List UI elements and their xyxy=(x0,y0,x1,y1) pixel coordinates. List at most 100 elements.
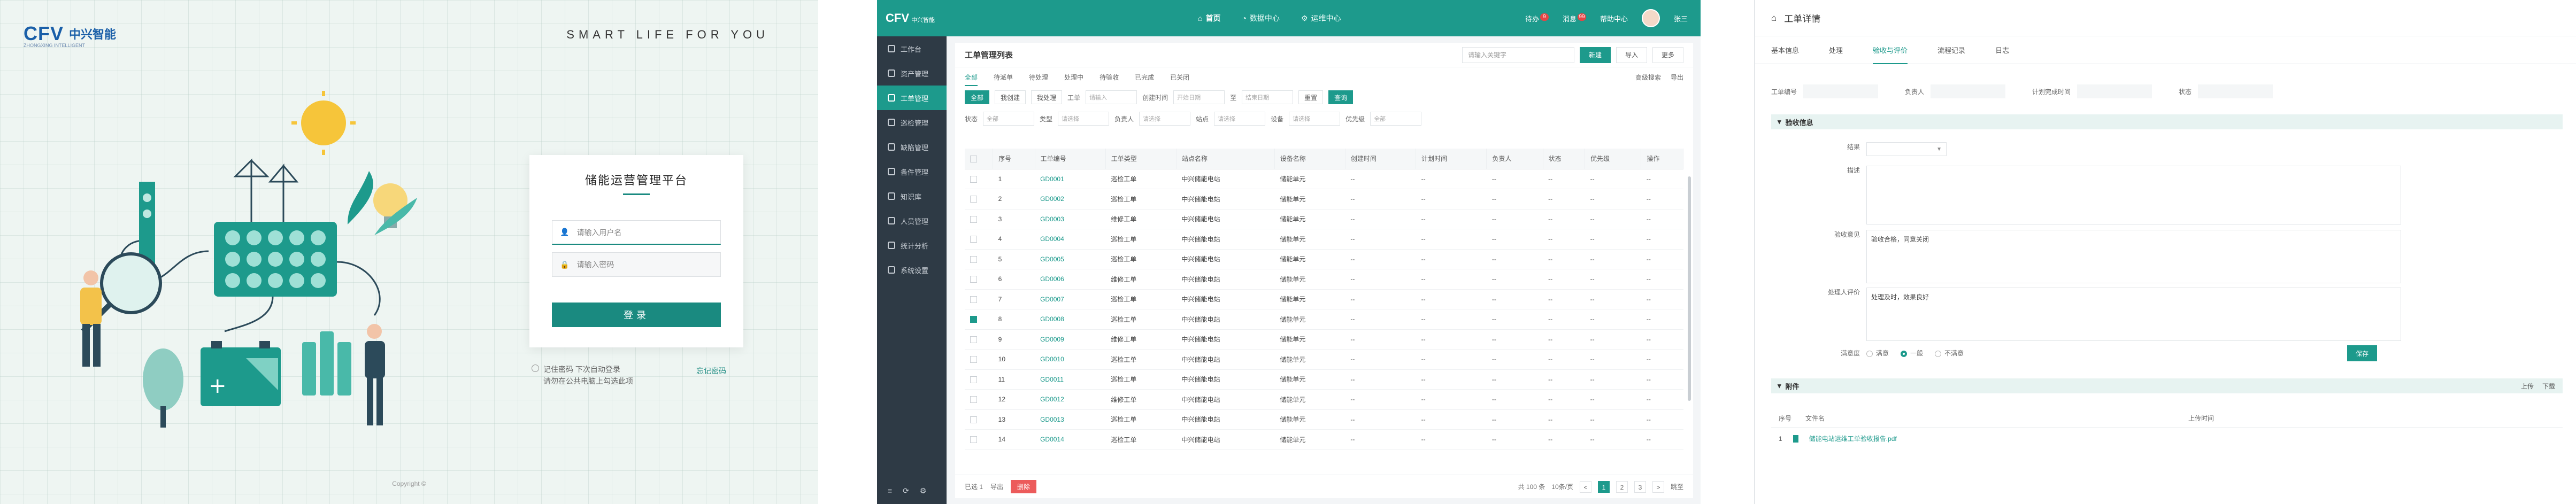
reset-button[interactable]: 重置 xyxy=(1298,90,1324,104)
row-checkbox[interactable] xyxy=(970,396,977,404)
opinion-textarea[interactable]: 验收合格，同意关闭 xyxy=(1866,230,2401,283)
checkbox-cell[interactable] xyxy=(965,369,993,390)
row-checkbox[interactable] xyxy=(970,376,977,383)
checkbox-cell[interactable] xyxy=(965,429,993,450)
forgot-password-link[interactable]: 忘记密码 xyxy=(696,366,726,376)
rating-option[interactable]: 满意 xyxy=(1866,348,1889,358)
checkbox-cell[interactable] xyxy=(965,229,993,250)
attachment-link[interactable]: 储能电站运维工单验收报告.pdf xyxy=(1809,434,1897,443)
help-link[interactable]: 帮助中心 xyxy=(1600,13,1628,24)
rating-option[interactable]: 不满意 xyxy=(1935,348,1964,358)
export-link[interactable]: 导出 xyxy=(1671,73,1683,82)
row-checkbox[interactable] xyxy=(970,296,977,303)
upload-link[interactable]: 上传 xyxy=(2521,382,2534,391)
search-input[interactable]: 请输入关键字 xyxy=(1462,46,1574,63)
tab-1[interactable]: 待派单 xyxy=(994,73,1013,82)
page-3[interactable]: 3 xyxy=(1634,480,1646,493)
password-field[interactable]: 🔒 请输入密码 xyxy=(552,252,721,277)
remember-checkbox[interactable] xyxy=(532,365,539,372)
start-date-input[interactable]: 开始日期 xyxy=(1173,90,1225,104)
download-link[interactable]: 下载 xyxy=(2542,382,2555,391)
owner-select[interactable]: 请选择 xyxy=(1139,112,1191,126)
tab-5[interactable]: 已完成 xyxy=(1135,73,1154,82)
top-nav-data[interactable]: ◔ 数据中心 xyxy=(1242,13,1279,24)
order-link[interactable]: GD0001 xyxy=(1035,169,1106,189)
tab-2[interactable]: 待处理 xyxy=(1029,73,1048,82)
table-row[interactable]: 10 GD0010 巡检工单 中兴储能电站 储能单元 -- -- -- -- -- -- xyxy=(965,349,1683,370)
message-link[interactable]: 消息 99 xyxy=(1563,13,1586,24)
sidebar-item-2[interactable]: 工单管理 xyxy=(877,86,947,110)
query-button[interactable]: 查询 xyxy=(1328,90,1354,104)
sidebar-item-9[interactable]: 系统设置 xyxy=(877,258,947,282)
sidebar-item-0[interactable]: 工作台 xyxy=(877,36,947,61)
order-link[interactable]: GD0012 xyxy=(1035,389,1106,410)
next-page[interactable]: > xyxy=(1652,480,1664,493)
type-select[interactable]: 请选择 xyxy=(1058,112,1110,126)
table-row[interactable]: 6 GD0006 维修工单 中兴储能电站 储能单元 -- -- -- -- -- -- xyxy=(965,269,1683,290)
page-1[interactable]: 1 xyxy=(1597,480,1610,493)
checkbox-cell[interactable] xyxy=(965,349,993,370)
prev-page[interactable]: < xyxy=(1579,480,1591,493)
row-checkbox[interactable] xyxy=(970,356,977,363)
row-checkbox[interactable] xyxy=(970,316,977,323)
table-row[interactable]: 14 GD0014 巡检工单 中兴储能电站 储能单元 -- -- -- -- -- -- xyxy=(965,429,1683,450)
table-row[interactable]: 3 GD0003 维修工单 中兴储能电站 储能单元 -- -- -- -- -- -- xyxy=(965,209,1683,229)
chip-created[interactable]: 我创建 xyxy=(995,90,1026,104)
order-link[interactable]: GD0014 xyxy=(1035,429,1106,450)
order-link[interactable]: GD0006 xyxy=(1035,269,1106,290)
chip-all[interactable]: 全部 xyxy=(965,90,990,104)
table-row[interactable]: 13 GD0013 巡检工单 中兴储能电站 储能单元 -- -- -- -- -- -- xyxy=(965,409,1683,430)
delete-button[interactable]: 删除 xyxy=(1011,480,1037,493)
refresh-icon[interactable]: ⟳ xyxy=(903,486,909,495)
sidebar-item-5[interactable]: 备件管理 xyxy=(877,159,947,184)
row-checkbox[interactable] xyxy=(970,236,977,243)
row-checkbox[interactable] xyxy=(970,336,977,343)
more-button[interactable]: 更多 xyxy=(1652,46,1683,63)
row-checkbox[interactable] xyxy=(970,255,977,263)
checkbox-cell[interactable] xyxy=(965,209,993,229)
save-button[interactable]: 保存 xyxy=(2347,345,2378,361)
row-checkbox[interactable] xyxy=(970,175,977,183)
vertical-scrollbar[interactable] xyxy=(1688,176,1691,401)
remember-password[interactable]: 记住密码 下次自动登录 请勿在公共电脑上勾选此项 xyxy=(532,363,633,387)
table-row[interactable]: 4 GD0004 巡检工单 中兴储能电站 储能单元 -- -- -- -- -- -- xyxy=(965,229,1683,250)
tab-log[interactable]: 日志 xyxy=(1995,45,2009,55)
section-toggle-icon[interactable]: ▾ xyxy=(1778,118,1781,126)
tab-flow[interactable]: 流程记录 xyxy=(1937,45,1965,55)
sidebar-item-1[interactable]: 资产管理 xyxy=(877,61,947,86)
order-link[interactable]: GD0009 xyxy=(1035,329,1106,350)
sidebar-item-8[interactable]: 统计分析 xyxy=(877,233,947,258)
evaluation-textarea[interactable]: 处理及时，效果良好 xyxy=(1866,288,2401,341)
new-button[interactable]: 新建 xyxy=(1579,46,1611,63)
radio[interactable] xyxy=(1866,350,1873,357)
collapse-icon[interactable]: ≡ xyxy=(888,486,892,495)
row-checkbox[interactable] xyxy=(970,215,977,223)
result-select[interactable]: ▼ xyxy=(1866,142,1947,156)
table-row[interactable]: 12 GD0012 维修工单 中兴储能电站 储能单元 -- -- -- -- -- -- xyxy=(965,389,1683,410)
end-date-input[interactable]: 结束日期 xyxy=(1242,90,1294,104)
order-link[interactable]: GD0007 xyxy=(1035,289,1106,309)
settings-icon[interactable]: ⚙ xyxy=(920,486,927,495)
tab-acceptance[interactable]: 验收与评价 xyxy=(1873,36,1908,64)
order-input[interactable]: 请输入 xyxy=(1086,90,1137,104)
sidebar-item-7[interactable]: 人员管理 xyxy=(877,208,947,233)
order-link[interactable]: GD0011 xyxy=(1035,369,1106,390)
checkbox-cell[interactable] xyxy=(965,389,993,410)
chip-handled[interactable]: 我处理 xyxy=(1031,90,1063,104)
row-checkbox[interactable] xyxy=(970,196,977,203)
table-row[interactable]: 11 GD0011 巡检工单 中兴储能电站 储能单元 -- -- -- -- -- -- xyxy=(965,369,1683,390)
tab-3[interactable]: 处理中 xyxy=(1064,73,1083,82)
home-icon[interactable]: ⌂ xyxy=(1771,13,1777,24)
advanced-search-link[interactable]: 高级搜索 xyxy=(1635,73,1661,82)
order-link[interactable]: GD0004 xyxy=(1035,229,1106,250)
table-row[interactable]: 7 GD0007 巡检工单 中兴储能电站 储能单元 -- -- -- -- -- -- xyxy=(965,289,1683,309)
todo-link[interactable]: 待办 9 xyxy=(1525,13,1549,24)
status-select[interactable]: 全部 xyxy=(983,112,1035,126)
radio[interactable] xyxy=(1935,350,1942,357)
checkbox-cell[interactable] xyxy=(965,189,993,210)
table-row[interactable]: 9 GD0009 维修工单 中兴储能电站 储能单元 -- -- -- -- -- -- xyxy=(965,329,1683,350)
checkbox-cell[interactable] xyxy=(965,169,993,189)
checkbox-cell[interactable] xyxy=(965,289,993,309)
select-all-checkbox[interactable] xyxy=(965,149,994,169)
page-size-select[interactable]: 10条/页 xyxy=(1551,482,1573,491)
